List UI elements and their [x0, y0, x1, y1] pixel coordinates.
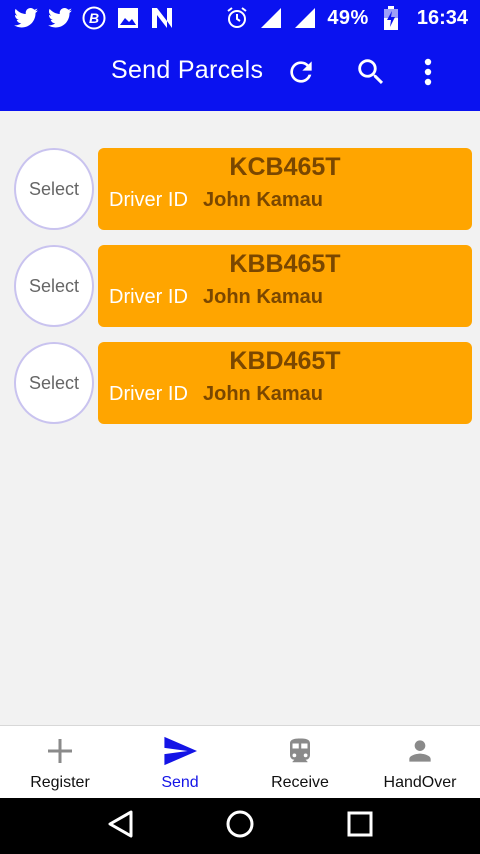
list-item: Select KBD465T Driver ID John Kamau	[14, 342, 472, 425]
system-navigation-bar	[0, 798, 480, 854]
search-button[interactable]	[351, 54, 391, 94]
nav-label: HandOver	[383, 774, 457, 791]
back-triangle-icon	[106, 809, 134, 844]
status-bar: B 49% 16:34	[0, 0, 480, 36]
more-options-button[interactable]	[408, 54, 448, 94]
signal-icon	[293, 6, 317, 30]
system-status: 49% 16:34	[225, 6, 468, 30]
page-title: Send Parcels	[111, 56, 264, 84]
plus-icon	[43, 734, 77, 768]
driver-name: John Kamau	[203, 383, 324, 405]
n-icon	[150, 6, 174, 30]
nav-receive[interactable]: Receive	[240, 726, 360, 798]
twitter-icon	[48, 6, 72, 30]
vehicle-card[interactable]: KBB465T Driver ID John Kamau	[98, 245, 472, 327]
battery-charging-icon	[379, 6, 403, 30]
driver-name: John Kamau	[203, 189, 324, 211]
plate-number: KCB465T	[229, 153, 341, 181]
plate-number: KBD465T	[229, 347, 341, 375]
battery-percent: 49%	[327, 6, 369, 29]
signal-icon	[259, 6, 283, 30]
select-button[interactable]: Select	[14, 342, 94, 424]
nav-label: Send	[161, 774, 199, 791]
list-item: Select KBB465T Driver ID John Kamau	[14, 245, 472, 328]
twitter-icon	[14, 6, 38, 30]
screen: B 49% 16:34 Send Parcels Select KCB465T …	[0, 0, 480, 854]
recents-square-icon	[346, 810, 374, 843]
nav-label: Receive	[271, 774, 329, 791]
svg-text:B: B	[89, 10, 99, 26]
train-icon	[283, 734, 317, 768]
vehicle-card[interactable]: KCB465T Driver ID John Kamau	[98, 148, 472, 230]
vehicle-card[interactable]: KBD465T Driver ID John Kamau	[98, 342, 472, 424]
refresh-button[interactable]	[281, 54, 321, 94]
nav-register[interactable]: Register	[0, 726, 120, 798]
back-button[interactable]	[100, 806, 140, 846]
more-vert-icon	[424, 58, 432, 91]
search-icon	[354, 55, 388, 94]
bitcoin-icon: B	[82, 6, 106, 30]
vehicle-list: Select KCB465T Driver ID John Kamau Sele…	[14, 148, 472, 439]
refresh-icon	[285, 56, 317, 93]
nav-label: Register	[30, 774, 90, 791]
driver-id-label: Driver ID	[109, 286, 188, 308]
bottom-navigation: Register Send Receive HandOver	[0, 725, 480, 798]
send-icon	[163, 734, 197, 768]
select-button[interactable]: Select	[14, 148, 94, 230]
recents-button[interactable]	[340, 806, 380, 846]
driver-id-label: Driver ID	[109, 383, 188, 405]
alarm-icon	[225, 6, 249, 30]
home-button[interactable]	[220, 806, 260, 846]
select-button[interactable]: Select	[14, 245, 94, 327]
driver-id-label: Driver ID	[109, 189, 188, 211]
image-icon	[116, 6, 140, 30]
driver-name: John Kamau	[203, 286, 324, 308]
home-circle-icon	[225, 809, 255, 844]
notification-icons: B	[14, 6, 174, 30]
person-icon	[403, 734, 437, 768]
nav-send[interactable]: Send	[120, 726, 240, 798]
app-bar: Send Parcels	[0, 36, 480, 111]
clock: 16:34	[416, 6, 468, 29]
nav-handover[interactable]: HandOver	[360, 726, 480, 798]
list-item: Select KCB465T Driver ID John Kamau	[14, 148, 472, 231]
plate-number: KBB465T	[229, 250, 341, 278]
